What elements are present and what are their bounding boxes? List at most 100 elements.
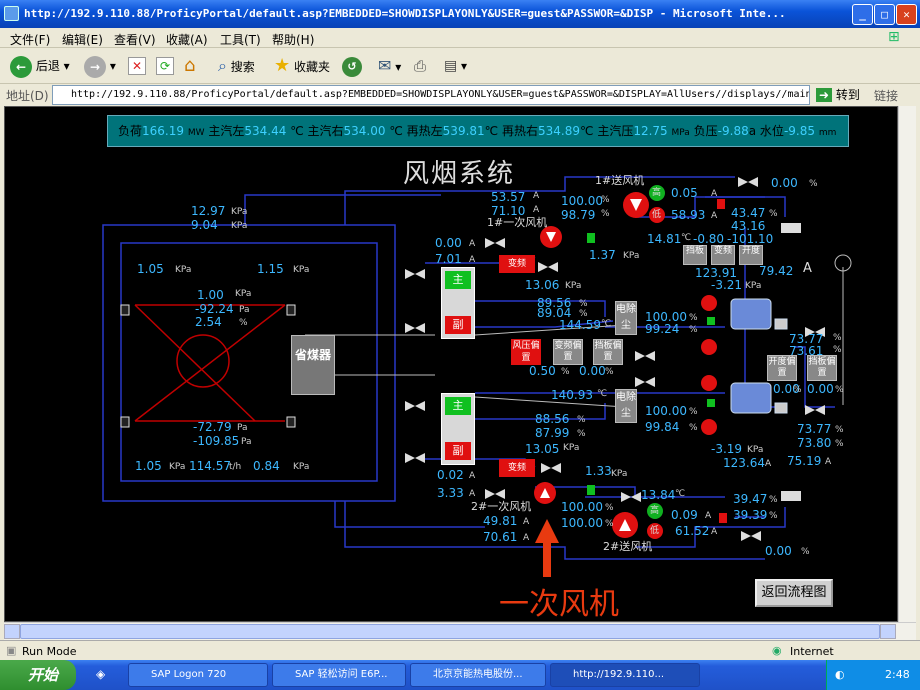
window-title: http://192.9.110.88/ProficyPortal/defaul…: [24, 7, 786, 20]
address-input[interactable]: http://192.9.110.88/ProficyPortal/defaul…: [52, 85, 810, 105]
minimize-button[interactable]: _: [852, 4, 873, 25]
baffle-bias-button[interactable]: 挡板偏置: [593, 339, 623, 365]
scada-display: 负荷166.19 MW 主汽左534.44 ℃ 主汽右534.00 ℃ 再热左5…: [4, 106, 898, 622]
dust-collector-2[interactable]: 电除尘: [615, 389, 637, 423]
menu-bar: 文件(F) 编辑(E) 查看(V) 收藏(A) 工具(T) 帮助(H) ⊞: [0, 28, 920, 48]
value: -109.85: [193, 434, 240, 448]
value: 114.57: [189, 459, 231, 473]
fan2-send-label: 2#送风机: [603, 540, 653, 553]
fan1-send-label: 1#送风机: [595, 174, 645, 187]
search-button[interactable]: ⌕ 搜索: [218, 54, 255, 78]
load-value: 166.19: [142, 124, 185, 138]
baffle-bias-button-2[interactable]: 挡板偏置: [807, 355, 837, 381]
scroll-thumb[interactable]: [20, 624, 880, 639]
menu-edit[interactable]: 编辑(E): [62, 31, 103, 48]
mail-button[interactable]: ✉ ▾: [378, 54, 401, 78]
fan1-primary-label: 1#一次风机: [487, 216, 548, 229]
stop-icon: ✕: [128, 57, 146, 75]
zone-text: Internet: [790, 645, 834, 658]
value: 2.54: [195, 315, 222, 329]
go-button[interactable]: ➜ 转到: [816, 86, 860, 103]
upper-fan-block[interactable]: 主 副: [441, 267, 475, 339]
fan2-primary-label: 2#一次风机: [471, 500, 532, 513]
print-button[interactable]: ⎙: [414, 54, 426, 78]
task-sap-access[interactable]: SAP 轻松访问 E6P...: [272, 663, 406, 687]
globe-icon: ◉: [772, 644, 782, 657]
history-icon: ↺: [342, 56, 362, 77]
dust-collector-1[interactable]: 电除尘: [615, 301, 637, 335]
clock: 2:48: [885, 668, 910, 681]
print-icon: ⎙: [414, 57, 427, 75]
value: 12.97: [191, 204, 226, 218]
start-button[interactable]: 开始: [0, 660, 76, 690]
search-icon: ⌕: [218, 56, 227, 75]
lower-fan-block[interactable]: 主 副: [441, 393, 475, 465]
home-icon: ⌂: [184, 55, 196, 76]
low-indicator: 低: [652, 210, 662, 220]
tray-icon[interactable]: ◐: [835, 668, 845, 681]
high-indicator: 高: [652, 188, 662, 198]
bias-box[interactable]: 开度: [739, 245, 763, 265]
vertical-scrollbar[interactable]: [898, 106, 916, 622]
home-button[interactable]: ⌂: [184, 54, 195, 78]
value: 1.15: [257, 262, 284, 276]
value: -72.79: [193, 420, 232, 434]
star-icon: ★: [274, 55, 291, 76]
page-title: 风烟系统: [403, 159, 516, 189]
value: 1.05: [135, 459, 162, 473]
history-button[interactable]: ↺: [342, 54, 362, 78]
pa-bias-button[interactable]: 风压偏置: [511, 339, 541, 365]
value: 9.04: [191, 218, 218, 232]
stop-button[interactable]: ✕: [128, 54, 146, 78]
open-bias-button[interactable]: 开度偏置: [767, 355, 797, 381]
ie-icon: [4, 6, 19, 21]
primary-fan-annotation: 一次风机: [499, 587, 619, 622]
title-bar: http://192.9.110.88/ProficyPortal/defaul…: [0, 0, 920, 28]
refresh-icon: ⟳: [156, 57, 174, 75]
return-flowchart-button[interactable]: 返回流程图: [755, 579, 833, 607]
horizontal-scrollbar[interactable]: [4, 622, 916, 640]
taskbar: 开始 ◈ SAP Logon 720 SAP 轻松访问 E6P... 北京京能热…: [0, 660, 920, 690]
task-beijing[interactable]: 北京京能热电股份...: [410, 663, 546, 687]
page-icon: ▣: [6, 644, 17, 657]
forward-button[interactable]: → ▾: [84, 54, 116, 78]
back-arrow-icon: ←: [10, 55, 32, 78]
favorites-button[interactable]: ★ 收藏夹: [274, 54, 330, 78]
mail-icon: ✉: [378, 56, 392, 75]
vfd1-button[interactable]: 变频: [499, 255, 535, 273]
fq-bias-button[interactable]: 变频偏置: [553, 339, 583, 365]
close-button[interactable]: ✕: [896, 4, 917, 25]
go-arrow-icon: ➜: [816, 88, 833, 102]
links-button[interactable]: 链接: [874, 87, 898, 104]
back-button[interactable]: ← 后退 ▾: [10, 54, 70, 78]
vfd2-button[interactable]: 变频: [499, 459, 535, 477]
menu-view[interactable]: 查看(V): [114, 31, 156, 48]
menu-help[interactable]: 帮助(H): [272, 31, 314, 48]
maximize-button[interactable]: □: [874, 4, 895, 25]
quicklaunch-icon[interactable]: ◈: [96, 667, 105, 681]
toolbar: ← 后退 ▾ → ▾ ✕ ⟳ ⌂ ⌕ 搜索 ★ 收藏夹 ↺ ✉ ▾ ⎙ ▤ ▾: [0, 48, 920, 84]
edit-button[interactable]: ▤ ▾: [444, 54, 467, 78]
task-ie[interactable]: http://192.9.110...: [550, 663, 700, 687]
economizer-block[interactable]: 省煤器: [291, 335, 335, 395]
scroll-right-arrow[interactable]: [880, 624, 896, 639]
status-info-bar: 负荷166.19 MW 主汽左534.44 ℃ 主汽右534.00 ℃ 再热左5…: [107, 115, 849, 147]
refresh-button[interactable]: ⟳: [156, 54, 174, 78]
value: 0.84: [253, 459, 280, 473]
bias-box[interactable]: 变频: [711, 245, 735, 265]
menu-favorites[interactable]: 收藏(A): [166, 31, 208, 48]
scroll-left-arrow[interactable]: [4, 624, 20, 639]
windows-flag-icon: ⊞: [888, 29, 900, 45]
system-tray: ◐ 2:48: [826, 660, 920, 690]
forward-arrow-icon: →: [84, 55, 106, 78]
bias-box[interactable]: 挡板: [683, 245, 707, 265]
status-text: Run Mode: [22, 645, 77, 658]
task-sap-logon[interactable]: SAP Logon 720: [128, 663, 268, 687]
menu-tools[interactable]: 工具(T): [220, 31, 261, 48]
status-bar: ▣ Run Mode ◉ Internet: [0, 640, 920, 660]
value: 1.05: [137, 262, 164, 276]
menu-file[interactable]: 文件(F): [10, 31, 50, 48]
address-bar: 地址(D) http://192.9.110.88/ProficyPortal/…: [0, 84, 920, 106]
edit-icon: ▤: [444, 58, 458, 74]
value: 1.00: [197, 288, 224, 302]
